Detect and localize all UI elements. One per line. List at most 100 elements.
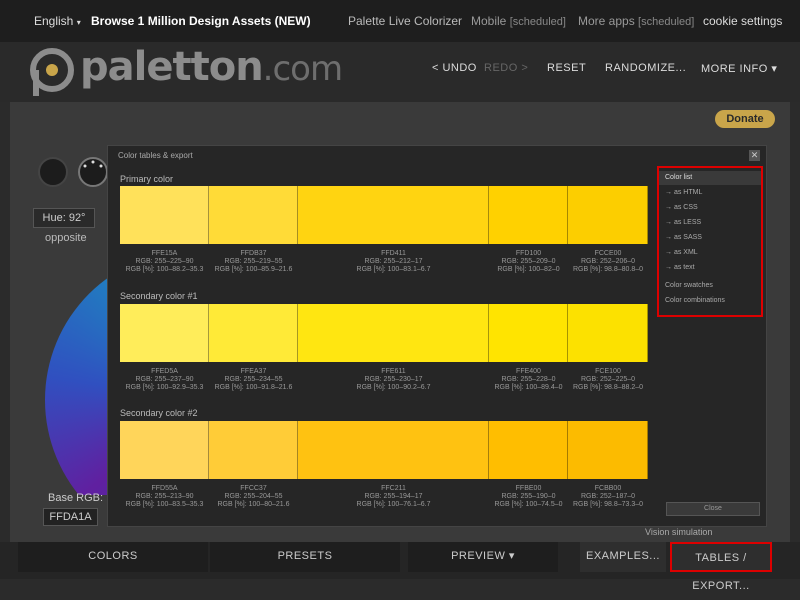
tab-colors[interactable]: COLORS: [18, 542, 208, 572]
swatch-pct: RGB [%]: 100–88.2–35.3: [125, 266, 204, 273]
swatch-caption: FFE611 RGB: 255–230–17 RGB [%]: 100–90.2–6…: [298, 368, 489, 392]
live-colorizer-link[interactable]: Palette Live Colorizer: [348, 14, 462, 28]
scheduled-tag: [scheduled]: [509, 16, 566, 28]
color-swatch[interactable]: [298, 421, 489, 479]
menu-color-swatches[interactable]: Color swatches: [665, 282, 713, 289]
language-selector[interactable]: English ▾: [34, 14, 81, 28]
tab-preview[interactable]: PREVIEW ▾: [408, 542, 558, 572]
menu-as-html[interactable]: → as HTML: [665, 189, 702, 196]
swatch-hex: FFE15A: [151, 250, 178, 257]
more-info-menu[interactable]: MORE INFO ▾: [701, 62, 777, 75]
more-apps-link[interactable]: More apps [scheduled]: [578, 14, 694, 28]
swatch-pct: RGB [%]: 98.8–88.2–0: [572, 384, 644, 391]
color-swatch[interactable]: [489, 304, 568, 362]
undo-button[interactable]: < UNDO: [432, 62, 477, 74]
close-button[interactable]: Close: [666, 502, 760, 516]
swatch-pct: RGB [%]: 100–92.9–35.3: [125, 384, 204, 391]
logo-dotcom-text: .com: [262, 49, 343, 89]
swatch-pct: RGB [%]: 100–82–0: [497, 266, 560, 273]
reset-button[interactable]: RESET: [547, 62, 586, 74]
swatch-hex: FFE611: [381, 368, 406, 375]
swatch-caption: FFEA37 RGB: 255–234–55 RGB [%]: 100–91.8–2…: [209, 368, 298, 392]
color-swatch[interactable]: [568, 186, 648, 244]
caption-row: FFE15A RGB: 255–225–90 RGB [%]: 100–88.2–3…: [120, 250, 650, 274]
scheme-knob-active[interactable]: [78, 157, 108, 187]
hue-value[interactable]: Hue: 92°: [33, 208, 95, 228]
export-menu: Color list → as HTML → as CSS → as LESS …: [657, 166, 763, 317]
swatch-hex: FCCE00: [594, 250, 622, 257]
swatch-hex: FFD55A: [151, 485, 178, 492]
color-swatch[interactable]: [209, 304, 298, 362]
swatch-caption: FFD411 RGB: 255–212–17 RGB [%]: 100–83.1–6…: [298, 250, 489, 274]
color-swatch[interactable]: [120, 186, 209, 244]
color-swatch[interactable]: [120, 304, 209, 362]
knob-dots-icon: [83, 160, 103, 168]
swatch-hex: FCE100: [595, 368, 621, 375]
donate-button[interactable]: Donate: [715, 110, 775, 128]
color-swatch[interactable]: [209, 421, 298, 479]
swatch-hex: FFE400: [516, 368, 541, 375]
menu-as-css[interactable]: → as CSS: [665, 204, 698, 211]
swatch-pct: RGB [%]: 98.8–73.3–0: [572, 501, 644, 508]
swatch-rgb: RGB: 255–194–17: [364, 493, 423, 500]
menu-color-combinations[interactable]: Color combinations: [665, 297, 725, 304]
swatch-rgb: RGB: 255–237–90: [135, 376, 194, 383]
color-swatch[interactable]: [298, 304, 489, 362]
swatch-hex: FFDB37: [240, 250, 267, 257]
swatch-rgb: RGB: 255–230–17: [364, 376, 423, 383]
mobile-link[interactable]: Mobile [scheduled]: [471, 14, 566, 28]
swatch-caption: FFE15A RGB: 255–225–90 RGB [%]: 100–88.2–3…: [120, 250, 209, 274]
scheduled-tag: [scheduled]: [638, 16, 695, 28]
swatch-caption: FFD100 RGB: 255–209–0 RGB [%]: 100–82–0: [489, 250, 568, 274]
chevron-down-icon: ▾: [76, 18, 81, 27]
swatch-caption: FFDB37 RGB: 255–219–55 RGB [%]: 100–85.9–2…: [209, 250, 298, 274]
redo-button[interactable]: REDO >: [484, 62, 528, 74]
dialog-title: Color tables & export: [118, 151, 193, 160]
tab-tables-export[interactable]: TABLES / EXPORT...: [670, 542, 772, 592]
color-swatch[interactable]: [489, 186, 568, 244]
color-swatch[interactable]: [120, 421, 209, 479]
opposite-toggle[interactable]: opposite: [45, 232, 87, 244]
swatch-pct: RGB [%]: 100–74.5–0: [494, 501, 563, 508]
section-label: Secondary color #2: [120, 408, 198, 418]
vision-simulation-label[interactable]: Vision simulation: [645, 527, 712, 537]
color-swatch[interactable]: [568, 421, 648, 479]
swatch-hex: FFBE00: [515, 485, 542, 492]
swatch-rgb: RGB: 255–204–55: [224, 493, 283, 500]
color-swatch[interactable]: [209, 186, 298, 244]
swatch-caption: FFD55A RGB: 255–213–90 RGB [%]: 100–83.5–3…: [120, 485, 209, 509]
tab-presets[interactable]: PRESETS: [210, 542, 400, 572]
swatch-hex: FFC211: [381, 485, 406, 492]
menu-as-sass[interactable]: → as SASS: [665, 234, 702, 241]
tab-examples[interactable]: EXAMPLES...: [580, 542, 666, 572]
logo[interactable]: paletton.com: [30, 44, 360, 99]
swatch-caption: FCBB00 RGB: 252–187–0 RGB [%]: 98.8–73.3–0: [568, 485, 648, 509]
swatch-rgb: RGB: 255–213–90: [135, 493, 194, 500]
randomize-button[interactable]: RANDOMIZE...: [605, 62, 686, 74]
scheme-knob[interactable]: [38, 157, 68, 187]
menu-as-xml[interactable]: → as XML: [665, 249, 698, 256]
cookie-settings-link[interactable]: cookie settings: [703, 14, 782, 28]
promo-link[interactable]: Browse 1 Million Design Assets (NEW): [91, 14, 311, 28]
logo-main-text: paletton: [80, 44, 264, 90]
base-rgb-input[interactable]: FFDA1A: [43, 508, 98, 526]
swatch-caption: FFCC37 RGB: 255–204–55 RGB [%]: 100–80–21.…: [209, 485, 298, 509]
menu-color-list[interactable]: Color list: [659, 171, 761, 185]
color-swatch[interactable]: [489, 421, 568, 479]
swatch-pct: RGB [%]: 100–85.9–21.6: [214, 266, 293, 273]
menu-as-text[interactable]: → as text: [665, 264, 695, 271]
mobile-label: Mobile: [471, 14, 507, 28]
close-icon[interactable]: ✕: [749, 150, 760, 161]
section-label: Primary color: [120, 174, 174, 184]
swatch-hex: FFED5A: [151, 368, 178, 375]
color-swatch[interactable]: [298, 186, 489, 244]
swatch-hex: FFD100: [515, 250, 542, 257]
color-swatch[interactable]: [568, 304, 648, 362]
menu-as-less[interactable]: → as LESS: [665, 219, 701, 226]
swatch-hex: FFCC37: [240, 485, 267, 492]
paletton-logo-icon: [30, 48, 74, 96]
swatch-pct: RGB [%]: 100–89.4–0: [494, 384, 563, 391]
top-bar: English ▾ Browse 1 Million Design Assets…: [0, 0, 800, 42]
color-tables-dialog: Color tables & export ✕ Primary color FF…: [107, 145, 767, 527]
swatch-pct: RGB [%]: 100–91.8–21.6: [214, 384, 293, 391]
